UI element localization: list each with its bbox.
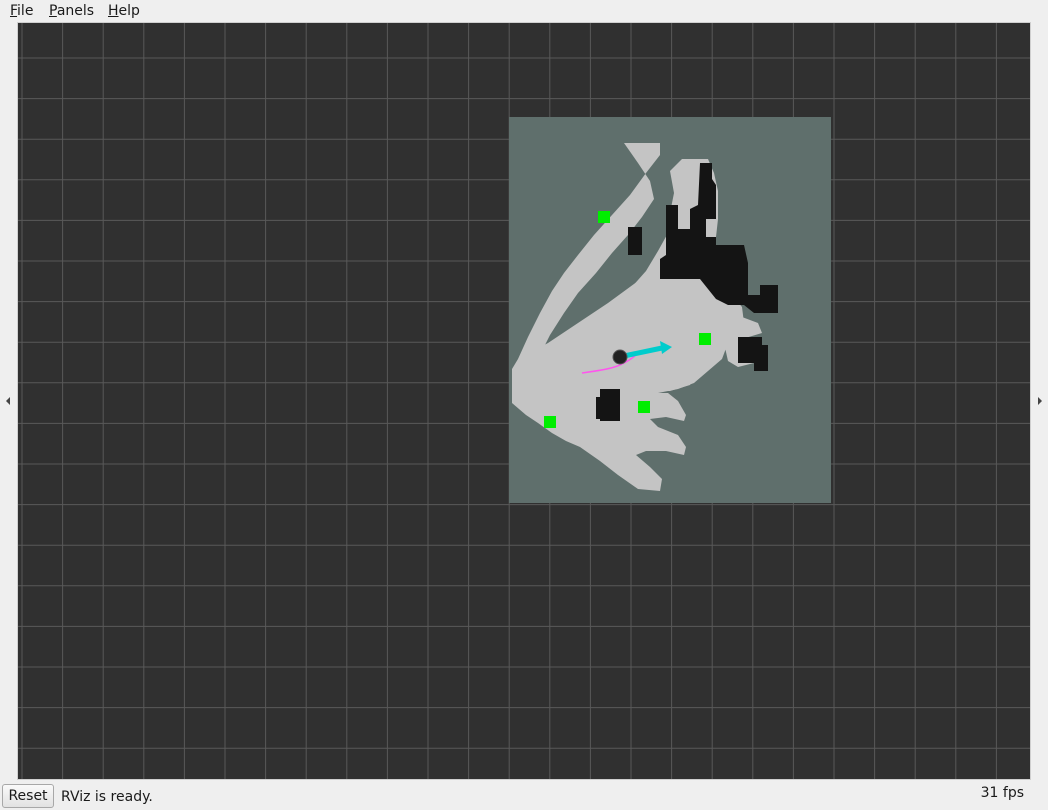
map-canvas [18,23,1030,779]
goal-marker [699,333,711,345]
fps-counter: 31 fps [980,785,1024,801]
status-message: RViz is ready. [61,789,153,805]
goal-marker [638,401,650,413]
menu-panels[interactable]: Panels [49,2,94,20]
3d-render-view[interactable] [17,22,1031,780]
status-bar: Reset RViz is ready. 31 fps [0,781,1048,810]
menu-help[interactable]: Help [108,2,140,20]
menu-bar: File Panels Help [0,0,1048,22]
left-panel-toggle-icon[interactable] [6,397,10,405]
reset-button[interactable]: Reset [2,784,54,808]
menu-file[interactable]: File [10,2,33,20]
right-panel-toggle-icon[interactable] [1038,397,1042,405]
robot-marker [612,349,628,365]
goal-marker [544,416,556,428]
goal-marker [598,211,610,223]
